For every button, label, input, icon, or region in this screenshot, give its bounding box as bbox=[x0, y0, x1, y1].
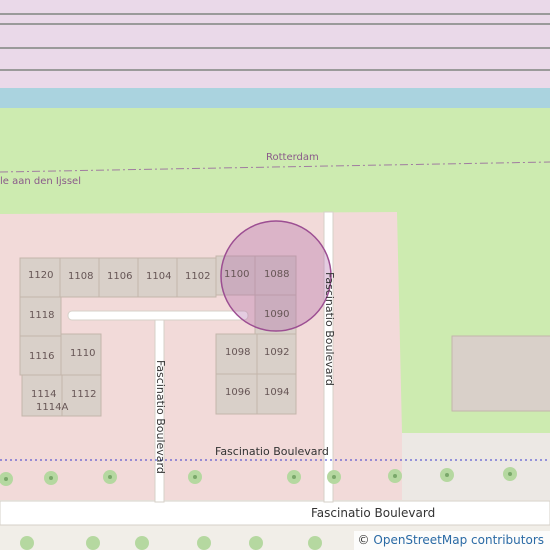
road-label-vertical-right: Fascinatio Boulevard bbox=[323, 272, 336, 386]
industrial-area bbox=[402, 433, 550, 500]
waterway bbox=[0, 88, 550, 108]
house-number: 1118 bbox=[29, 310, 55, 321]
house-number: 1102 bbox=[185, 271, 211, 282]
road-label-vertical-left: Fascinatio Boulevard bbox=[154, 360, 167, 474]
house-number: 1108 bbox=[68, 271, 94, 282]
road-horizontal-bottom bbox=[0, 500, 550, 526]
map-attribution: © OpenStreetMap contributors bbox=[353, 531, 550, 550]
house-number: 1088 bbox=[264, 269, 290, 280]
house-number: 1096 bbox=[225, 387, 251, 398]
road-label-horizontal-bottom: Fascinatio Boulevard bbox=[311, 506, 436, 520]
road-label-horizontal-mid: Fascinatio Boulevard bbox=[215, 445, 329, 458]
tree-icon bbox=[135, 536, 149, 550]
house-number: 1094 bbox=[264, 387, 290, 398]
attribution-link[interactable]: OpenStreetMap contributors bbox=[373, 533, 544, 547]
house-number: 1104 bbox=[146, 271, 172, 282]
house-number: 1110 bbox=[70, 348, 96, 359]
tree-icon bbox=[197, 536, 211, 550]
house-number: 1100 bbox=[224, 269, 250, 280]
tree-icon bbox=[86, 536, 100, 550]
building bbox=[451, 335, 550, 412]
house-number: 1092 bbox=[264, 347, 290, 358]
house-number: 1112 bbox=[71, 389, 97, 400]
tree-icon bbox=[249, 536, 263, 550]
admin-label-capelle: le aan den Ijssel bbox=[0, 176, 81, 187]
house-number: 1114A bbox=[36, 402, 69, 413]
house-number: 1120 bbox=[28, 270, 54, 281]
house-number: 1116 bbox=[29, 351, 55, 362]
house-number: 1106 bbox=[107, 271, 133, 282]
house-number: 1114 bbox=[31, 389, 57, 400]
admin-label-rotterdam: Rotterdam bbox=[266, 152, 319, 163]
service-road bbox=[67, 310, 249, 321]
copyright-symbol: © bbox=[357, 533, 370, 547]
tree-icon bbox=[20, 536, 34, 550]
house-number: 1090 bbox=[264, 309, 290, 320]
tree-icon bbox=[308, 536, 322, 550]
map-canvas[interactable]: Rotterdam le aan den Ijssel 1120 1108 11… bbox=[0, 0, 550, 550]
house-number: 1098 bbox=[225, 347, 251, 358]
